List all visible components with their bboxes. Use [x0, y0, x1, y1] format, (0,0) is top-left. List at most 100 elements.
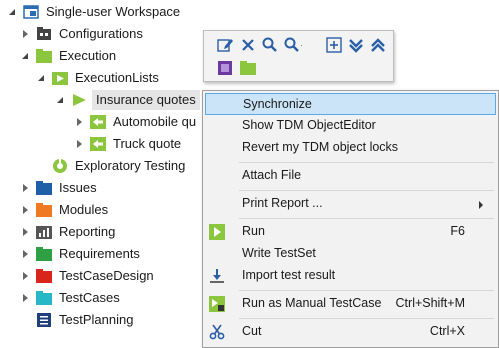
- submenu-arrow-icon: [479, 201, 483, 209]
- collapse-arrow-icon[interactable]: [20, 183, 30, 193]
- tree-item-label: Requirements: [59, 246, 140, 261]
- expand-arrow-icon[interactable]: [20, 51, 30, 61]
- folder-icon[interactable]: [239, 59, 257, 77]
- menu-separator: [239, 318, 494, 319]
- tree-item-configurations[interactable]: Configurations: [20, 23, 143, 45]
- collapse-all-icon[interactable]: [347, 36, 365, 54]
- tree-item-executionlists[interactable]: ExecutionLists: [36, 67, 159, 89]
- modules-folder-icon: [36, 202, 52, 218]
- menu-item-label: Run as Manual TestCase: [242, 296, 382, 310]
- run-manual-icon: [209, 296, 225, 312]
- execution-list-icon: [71, 92, 87, 108]
- tree-root-label: Single-user Workspace: [46, 4, 181, 19]
- collapse-arrow-icon[interactable]: [20, 205, 30, 215]
- tree-item-issues[interactable]: Issues: [20, 177, 97, 199]
- menu-item-shortcut: Ctrl+Shift+M: [395, 296, 465, 310]
- execution-entry-icon: [90, 136, 106, 152]
- tree-item-label: TestCases: [59, 290, 120, 305]
- testcases-folder-icon: [36, 290, 52, 306]
- tree-item-label: Exploratory Testing: [75, 158, 186, 173]
- menu-item-label: Revert my TDM object locks: [242, 140, 399, 154]
- collapse-arrow-icon[interactable]: [74, 117, 84, 127]
- menu-item-run-manual[interactable]: Run as Manual TestCase Ctrl+Shift+M: [205, 293, 496, 315]
- menu-item-shortcut: Ctrl+X: [429, 324, 465, 338]
- tree-item-requirements[interactable]: Requirements: [20, 243, 140, 265]
- testplanning-icon: [36, 312, 52, 328]
- menu-separator: [239, 218, 494, 219]
- tree-item-label: Insurance quotes: [92, 90, 200, 110]
- tree-item-label: Automobile qu: [113, 114, 197, 129]
- tree-item-automobile[interactable]: Automobile qu: [74, 111, 196, 133]
- tree-item-label: Issues: [59, 180, 97, 195]
- expand-arrow-icon[interactable]: [55, 95, 65, 105]
- expand-arrow-icon[interactable]: [7, 7, 17, 17]
- expand-arrow-icon[interactable]: [36, 73, 46, 83]
- menu-item-label: Import test result: [242, 268, 336, 282]
- menu-separator: [239, 290, 494, 291]
- tree-item-testplanning[interactable]: TestPlanning: [36, 309, 133, 331]
- tree-item-label: TestCaseDesign: [59, 268, 154, 283]
- menu-item-import-result[interactable]: Import test result: [205, 265, 496, 287]
- expand-all-icon[interactable]: [369, 36, 387, 54]
- tree-item-label: Modules: [59, 202, 109, 217]
- search-icon[interactable]: [261, 36, 279, 54]
- requirements-folder-icon: [36, 246, 52, 262]
- collapse-arrow-icon[interactable]: [20, 29, 30, 39]
- menu-separator: [239, 162, 494, 163]
- tree-root[interactable]: Single-user Workspace: [7, 1, 180, 23]
- execution-entry-icon: [90, 114, 106, 130]
- menu-item-revert-locks[interactable]: Revert my TDM object locks: [205, 137, 496, 159]
- collapse-arrow-icon[interactable]: [20, 293, 30, 303]
- tree-item-label: ExecutionLists: [75, 70, 159, 85]
- menu-item-cut[interactable]: Cut Ctrl+X: [205, 321, 496, 343]
- menu-item-label: Cut: [242, 324, 262, 338]
- tree-item-testcases[interactable]: TestCases: [20, 287, 120, 309]
- scissors-icon: [209, 324, 225, 340]
- testcasedesign-folder-icon: [36, 268, 52, 284]
- configurations-icon: [36, 26, 52, 42]
- menu-item-label: Write TestSet: [242, 246, 316, 260]
- import-icon: [209, 268, 225, 284]
- quick-toolbar: [203, 30, 394, 82]
- tree-item-testcasedesign[interactable]: TestCaseDesign: [20, 265, 154, 287]
- tree-item-execution[interactable]: Execution: [20, 45, 116, 67]
- add-icon[interactable]: [325, 36, 343, 54]
- context-menu: Synchronize Show TDM ObjectEditor Revert…: [202, 90, 499, 348]
- menu-separator: [239, 190, 494, 191]
- menu-item-label: Print Report ...: [242, 196, 323, 210]
- execution-folder-icon: [36, 48, 52, 64]
- menu-item-show-editor[interactable]: Show TDM ObjectEditor: [205, 115, 496, 137]
- menu-item-shortcut: F6: [450, 224, 465, 238]
- tree-item-truck[interactable]: Truck quote: [74, 133, 181, 155]
- collapse-arrow-icon[interactable]: [20, 271, 30, 281]
- exploratory-testing-icon: [52, 158, 68, 174]
- tree-item-label: TestPlanning: [59, 312, 134, 327]
- tree-item-label: Configurations: [59, 26, 143, 41]
- menu-item-label: Attach File: [242, 168, 302, 182]
- menu-item-write-testset[interactable]: Write TestSet: [205, 243, 496, 265]
- collapse-arrow-icon[interactable]: [74, 139, 84, 149]
- execution-list-folder-icon: [52, 70, 68, 86]
- delete-icon[interactable]: [239, 36, 257, 54]
- tree-item-label: Reporting: [59, 224, 116, 239]
- edit-icon[interactable]: [216, 36, 234, 54]
- tree-item-insurance-quotes[interactable]: Insurance quotes: [55, 89, 200, 111]
- menu-item-label: Synchronize: [243, 97, 312, 111]
- tree-item-label: Execution: [59, 48, 117, 63]
- collapse-arrow-icon[interactable]: [20, 249, 30, 259]
- search-dropdown-icon[interactable]: [284, 36, 302, 54]
- menu-item-synchronize[interactable]: Synchronize: [205, 93, 496, 115]
- reporting-icon: [36, 224, 52, 240]
- menu-item-label: Run: [242, 224, 265, 238]
- menu-item-print-report[interactable]: Print Report ...: [205, 193, 496, 215]
- tree-item-reporting[interactable]: Reporting: [20, 221, 115, 243]
- menu-item-label: Show TDM ObjectEditor: [242, 118, 376, 132]
- stop-icon[interactable]: [216, 59, 234, 77]
- menu-item-attach-file[interactable]: Attach File: [205, 165, 496, 187]
- collapse-arrow-icon[interactable]: [20, 227, 30, 237]
- tree-item-exploratory[interactable]: Exploratory Testing: [52, 155, 185, 177]
- run-icon: [209, 224, 225, 240]
- issues-folder-icon: [36, 180, 52, 196]
- tree-item-modules[interactable]: Modules: [20, 199, 108, 221]
- menu-item-run[interactable]: Run F6: [205, 221, 496, 243]
